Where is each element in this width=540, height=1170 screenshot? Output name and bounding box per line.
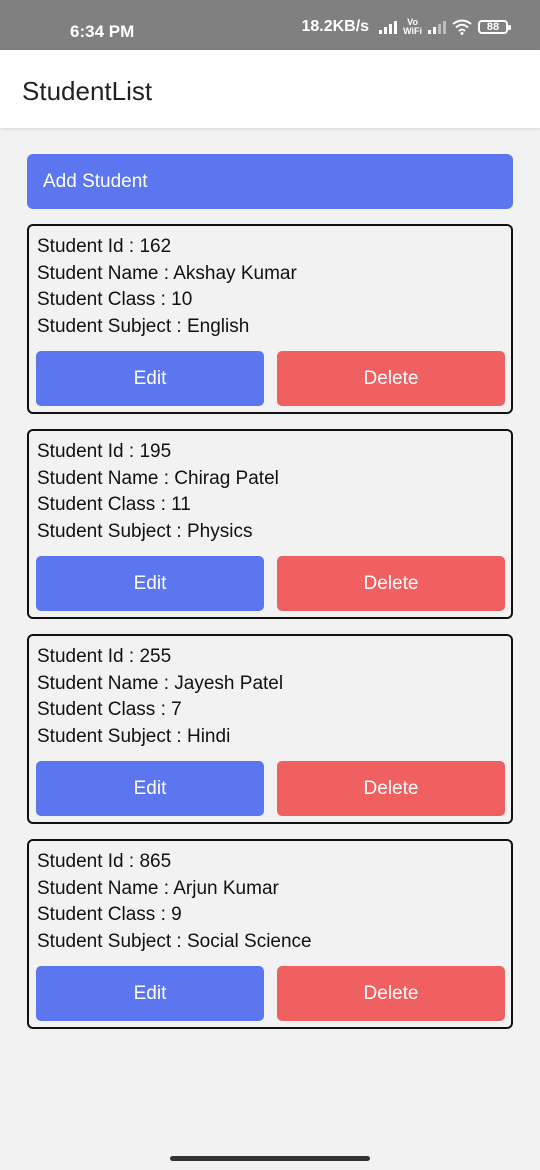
student-class: Student Class : 9 <box>37 904 182 925</box>
student-card: Student Id : 162 Student Name : Akshay K… <box>27 224 513 414</box>
status-time: 6:34 PM <box>70 22 135 41</box>
wifi-icon <box>452 19 472 35</box>
student-name: Student Name : Akshay Kumar <box>37 263 297 284</box>
signal-icon <box>428 20 446 34</box>
network-speed: 18.2KB/s <box>301 18 370 35</box>
signal-icon <box>379 20 398 34</box>
status-icons: 18.2KB/s Vo WiFi 88 <box>301 18 511 36</box>
battery-icon: 88 <box>478 20 511 34</box>
student-subject: Student Subject : Physics <box>37 521 253 542</box>
home-indicator[interactable] <box>170 1156 370 1161</box>
student-card: Student Id : 865 Student Name : Arjun Ku… <box>27 839 513 1029</box>
delete-button[interactable]: Delete <box>277 351 505 406</box>
student-id: Student Id : 162 <box>37 236 172 257</box>
student-name: Student Name : Chirag Patel <box>37 468 279 489</box>
student-class: Student Class : 10 <box>37 289 193 310</box>
app-bar: StudentList <box>0 50 540 128</box>
add-student-button[interactable]: Add Student <box>27 154 513 209</box>
student-id: Student Id : 255 <box>37 646 172 667</box>
edit-button[interactable]: Edit <box>36 966 264 1021</box>
student-name: Student Name : Jayesh Patel <box>37 673 284 694</box>
delete-button[interactable]: Delete <box>277 556 505 611</box>
status-bar: 6:34 PM 18.2KB/s Vo WiFi 88 <box>0 0 540 50</box>
student-class: Student Class : 11 <box>37 494 191 515</box>
student-card: Student Id : 255 Student Name : Jayesh P… <box>27 634 513 824</box>
student-subject: Student Subject : Social Science <box>37 931 312 952</box>
student-subject: Student Subject : English <box>37 316 250 337</box>
student-id: Student Id : 195 <box>37 441 172 462</box>
student-id: Student Id : 865 <box>37 851 172 872</box>
student-subject: Student Subject : Hindi <box>37 726 231 747</box>
delete-button[interactable]: Delete <box>277 966 505 1021</box>
delete-button[interactable]: Delete <box>277 761 505 816</box>
student-class: Student Class : 7 <box>37 699 182 720</box>
vowifi-icon: Vo WiFi <box>403 18 422 36</box>
edit-button[interactable]: Edit <box>36 761 264 816</box>
student-name: Student Name : Arjun Kumar <box>37 878 279 899</box>
page-title: StudentList <box>22 76 153 106</box>
vowifi-label-bottom: WiFi <box>403 26 422 36</box>
student-card: Student Id : 195 Student Name : Chirag P… <box>27 429 513 619</box>
edit-button[interactable]: Edit <box>36 556 264 611</box>
edit-button[interactable]: Edit <box>36 351 264 406</box>
